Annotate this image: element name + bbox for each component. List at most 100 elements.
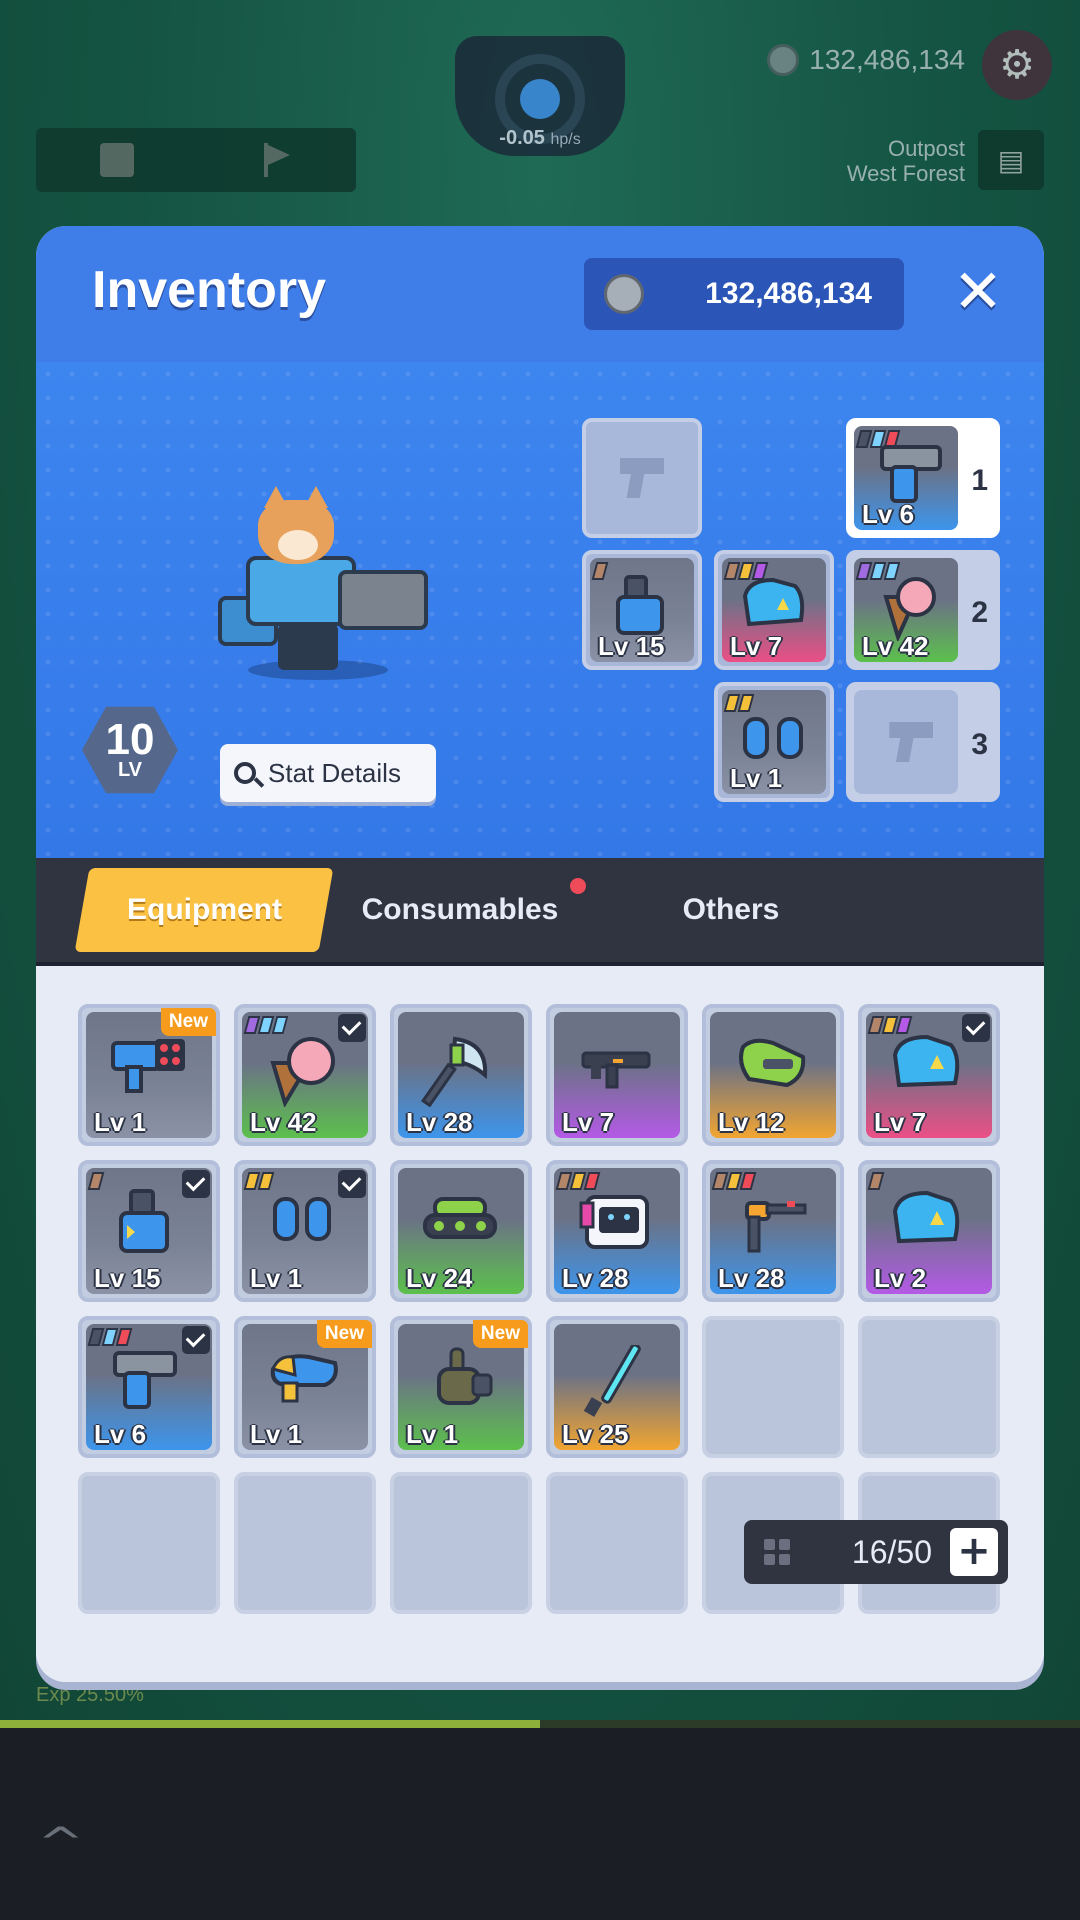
equip-slot-1-level: Lv 6 [862, 499, 915, 529]
close-button[interactable]: ✕ [948, 262, 1008, 324]
map-icon: ▤ [997, 143, 1025, 177]
player-level-badge: 10 LV [82, 706, 178, 794]
item-level: Lv 28 [406, 1107, 473, 1137]
empty-item-slot[interactable] [390, 1472, 532, 1614]
equip-slot-jetpack[interactable]: Lv 15 [582, 550, 702, 670]
rarity-bars [723, 694, 755, 712]
equip-slot-helmet[interactable]: Lv 7 [714, 550, 834, 670]
tank-icon [423, 1196, 497, 1239]
hp-rate-text: -0.05 hp/s [499, 127, 580, 150]
character-area: 10 LV Stat Details Lv 6 1 Lv 15 Lv 7 Lv … [36, 362, 1044, 858]
scroll-icon[interactable] [100, 143, 134, 177]
inventory-title: Inventory [92, 261, 327, 319]
inventory-item[interactable]: Lv 24 [390, 1160, 532, 1302]
inventory-coin-box: 132,486,134 [584, 258, 904, 330]
item-level: Lv 1 [406, 1419, 459, 1449]
equip-slot-2[interactable]: Lv 42 2 [846, 550, 1000, 670]
equip-slot-empty[interactable] [582, 418, 702, 538]
expand-capacity-button[interactable]: + [950, 1528, 998, 1576]
empty-item-slot[interactable] [78, 1472, 220, 1614]
rarity-bar [583, 1172, 601, 1190]
chevron-up-icon[interactable]: ^ [37, 1820, 84, 1866]
item-level: Lv 1 [94, 1107, 147, 1137]
pistol-icon [880, 444, 943, 503]
inventory-item[interactable]: Lv 25 [546, 1316, 688, 1458]
inventory-item[interactable]: Lv 28 [390, 1004, 532, 1146]
empty-item-slot[interactable] [234, 1472, 376, 1614]
laser-sword-icon [583, 1344, 641, 1417]
notification-dot [570, 878, 586, 894]
rarity-bar [739, 1172, 757, 1190]
blue-helmet-icon [742, 577, 805, 626]
item-level: Lv 1 [250, 1419, 303, 1449]
turret-gun-icon [745, 1200, 807, 1253]
tab-equipment[interactable]: Equipment [74, 868, 334, 952]
inventory-item[interactable]: Lv 6 [78, 1316, 220, 1458]
inventory-item[interactable]: Lv 7 [546, 1004, 688, 1146]
tab-equipment-label: Equipment [126, 893, 282, 926]
equip-slot-boots[interactable]: Lv 1 [714, 682, 834, 802]
inventory-item[interactable]: Lv 1 [234, 1160, 376, 1302]
equip-slot-3[interactable]: 3 [846, 682, 1000, 802]
raygun-icon [270, 1353, 338, 1403]
stat-details-label: Stat Details [268, 757, 401, 788]
rarity-bars [867, 1172, 885, 1190]
item-level: Lv 7 [562, 1107, 615, 1137]
settings-gear-icon[interactable]: ⚙ [982, 30, 1052, 100]
empty-item-slot[interactable] [702, 1316, 844, 1458]
blue-helmet-icon [892, 1034, 960, 1087]
inventory-item[interactable]: Lv 12 [702, 1004, 844, 1146]
new-badge: New [160, 1008, 216, 1036]
inventory-item[interactable]: Lv 15 [78, 1160, 220, 1302]
item-level: Lv 2 [874, 1263, 927, 1293]
empty-item-slot[interactable] [858, 1316, 1000, 1458]
hp-gauge: -0.05 hp/s [455, 36, 625, 156]
search-icon [234, 762, 256, 784]
hud-coin-amount: 132,486,134 [809, 44, 965, 75]
axe-icon [421, 1036, 488, 1107]
ice-cream-cone-icon [270, 1036, 335, 1107]
tab-consumables[interactable]: Consumables [360, 868, 560, 952]
rarity-bar [867, 1172, 885, 1190]
inventory-item[interactable]: Lv 28 [702, 1160, 844, 1302]
assault-rifle-icon [581, 1051, 651, 1089]
rarity-bars [243, 1016, 289, 1034]
inventory-item[interactable]: New Lv 1 [78, 1004, 220, 1146]
rarity-bars [711, 1172, 757, 1190]
hp-rate-value: -0.05 [499, 127, 545, 149]
new-badge: New [472, 1320, 528, 1348]
equipped-check-icon [338, 1014, 366, 1042]
flag-icon[interactable] [262, 143, 292, 177]
equip-slot-1[interactable]: Lv 6 1 [846, 418, 1000, 538]
inventory-panel: Inventory 132,486,134 ✕ 10 LV Stat Detai… [36, 226, 1044, 1682]
inventory-item[interactable]: Lv 7 [858, 1004, 1000, 1146]
equip-slot-level: Lv 1 [730, 763, 783, 793]
tab-others[interactable]: Others [656, 868, 806, 952]
rarity-bar [257, 1172, 275, 1190]
location-line-2: West Forest [846, 161, 965, 186]
equip-slot-1-number: 1 [971, 464, 988, 497]
inventory-item[interactable]: New Lv 1 [390, 1316, 532, 1458]
stat-details-button[interactable]: Stat Details [220, 744, 436, 802]
inventory-tabs: Equipment Consumables Others [36, 858, 1044, 966]
capacity-count: 16/50 [851, 1533, 932, 1570]
map-button[interactable]: ▤ [978, 130, 1044, 190]
inventory-item[interactable]: Lv 2 [858, 1160, 1000, 1302]
inventory-item[interactable]: Lv 28 [546, 1160, 688, 1302]
blue-helmet-icon [892, 1190, 960, 1243]
inventory-item[interactable]: New Lv 1 [234, 1316, 376, 1458]
item-level: Lv 24 [406, 1263, 473, 1293]
jetpack-icon [119, 1188, 169, 1253]
capacity-box: 16/50 + [744, 1520, 1008, 1584]
inventory-item[interactable]: Lv 42 [234, 1004, 376, 1146]
item-level: Lv 12 [718, 1107, 785, 1137]
rarity-bars [555, 1172, 601, 1190]
rarity-bars [243, 1172, 275, 1190]
item-level: Lv 6 [94, 1419, 147, 1449]
empty-item-slot[interactable] [546, 1472, 688, 1614]
hp-rate-unit: hp/s [550, 131, 581, 148]
item-grid-area: New Lv 1 Lv 42 Lv 28 Lv 7 Lv 12 Lv 7 Lv 15 Lv 1 L… [36, 966, 1044, 1682]
tab-consumables-label: Consumables [361, 893, 559, 926]
equip-slot-level: Lv 42 [862, 631, 929, 661]
rarity-bars [591, 562, 609, 580]
